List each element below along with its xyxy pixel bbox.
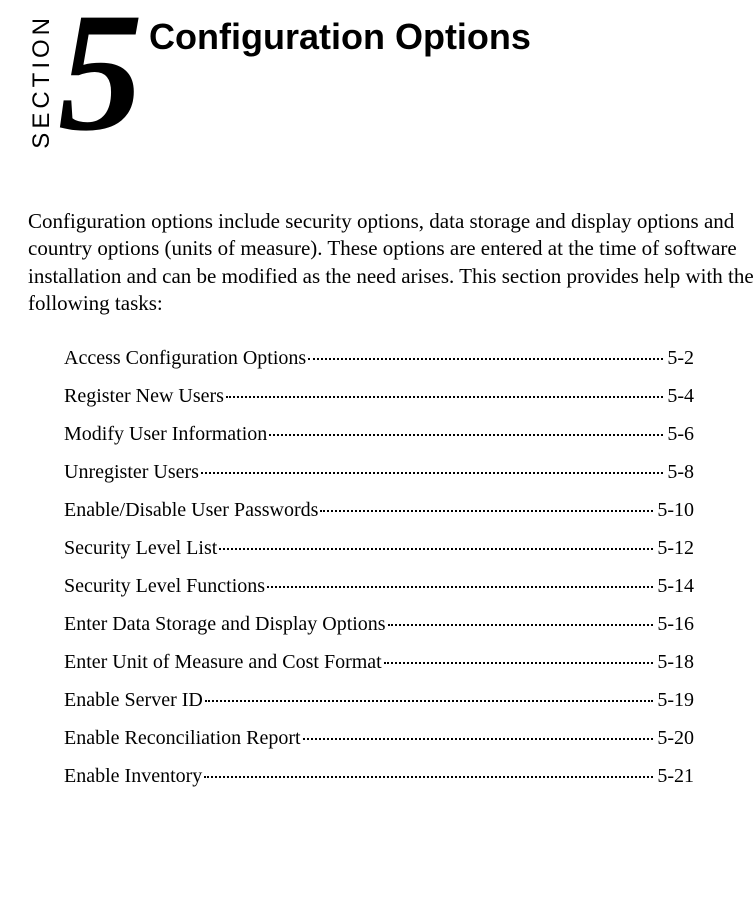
section-label: SECTION [28,14,56,149]
toc-label: Enable/Disable User Passwords [64,499,318,522]
toc-page: 5-12 [657,537,694,560]
toc-leader [201,472,663,474]
toc-entry: Modify User Information 5-6 [64,423,694,446]
toc-page: 5-21 [657,765,694,788]
toc-entry: Unregister Users 5-8 [64,461,694,484]
toc-leader [226,396,663,398]
toc-leader [204,776,653,778]
toc-leader [205,700,654,702]
toc-page: 5-20 [657,727,694,750]
toc-label: Enable Reconciliation Report [64,727,301,750]
toc-leader [388,624,654,626]
toc-page: 5-14 [657,575,694,598]
toc-leader [269,434,663,436]
toc-entry: Security Level List 5-12 [64,537,694,560]
toc-leader [303,738,654,740]
toc-label: Enable Server ID [64,689,203,712]
toc-page: 5-18 [657,651,694,674]
toc-page: 5-4 [667,385,694,408]
toc-entry: Access Configuration Options 5-2 [64,347,694,370]
intro-paragraph: Configuration options include security o… [0,160,754,317]
section-header: SECTION 5 Configuration Options [0,0,754,160]
table-of-contents: Access Configuration Options 5-2 Registe… [0,317,754,788]
toc-entry: Register New Users 5-4 [64,385,694,408]
toc-label: Register New Users [64,385,224,408]
toc-page: 5-2 [667,347,694,370]
toc-label: Enable Inventory [64,765,202,788]
toc-entry: Enable Inventory 5-21 [64,765,694,788]
toc-label: Access Configuration Options [64,347,306,370]
toc-label: Security Level Functions [64,575,265,598]
toc-leader [267,586,653,588]
toc-page: 5-10 [657,499,694,522]
toc-entry: Enter Data Storage and Display Options 5… [64,613,694,636]
toc-entry: Enable/Disable User Passwords 5-10 [64,499,694,522]
page-title: Configuration Options [149,16,531,58]
toc-leader [320,510,653,512]
toc-label: Enter Unit of Measure and Cost Format [64,651,382,674]
toc-entry: Enable Server ID 5-19 [64,689,694,712]
toc-label: Unregister Users [64,461,199,484]
toc-leader [384,662,654,664]
toc-entry: Enter Unit of Measure and Cost Format 5-… [64,651,694,674]
toc-page: 5-16 [657,613,694,636]
toc-leader [219,548,653,550]
toc-label: Security Level List [64,537,217,560]
toc-page: 5-19 [657,689,694,712]
toc-label: Modify User Information [64,423,267,446]
toc-page: 5-6 [667,423,694,446]
toc-page: 5-8 [667,461,694,484]
section-number: 5 [58,0,143,145]
toc-entry: Enable Reconciliation Report 5-20 [64,727,694,750]
toc-leader [308,358,663,360]
toc-entry: Security Level Functions 5-14 [64,575,694,598]
toc-label: Enter Data Storage and Display Options [64,613,386,636]
